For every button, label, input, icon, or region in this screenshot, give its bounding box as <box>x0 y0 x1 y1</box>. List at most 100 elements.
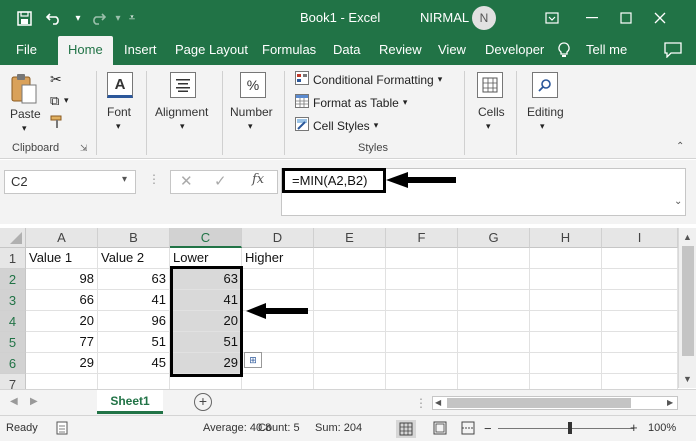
column-header-c[interactable]: C <box>170 228 242 248</box>
cell-a1[interactable]: Value 1 <box>26 248 98 269</box>
scroll-down-icon[interactable]: ▼ <box>683 374 692 384</box>
zoom-slider-thumb[interactable] <box>568 422 572 434</box>
column-header-i[interactable]: I <box>602 228 678 248</box>
formula-value[interactable]: =MIN(A2,B2) <box>282 168 386 193</box>
cell-g5[interactable] <box>458 332 530 353</box>
cell-b2[interactable]: 63 <box>98 269 170 290</box>
cell-i3[interactable] <box>602 290 678 311</box>
cell-f5[interactable] <box>386 332 458 353</box>
cell-e3[interactable] <box>314 290 386 311</box>
zoom-in-icon[interactable]: + <box>630 420 638 435</box>
cell-a3[interactable]: 66 <box>26 290 98 311</box>
cell-f4[interactable] <box>386 311 458 332</box>
cell-g6[interactable] <box>458 353 530 374</box>
paste-icon[interactable] <box>10 73 38 108</box>
customize-quick-access-icon[interactable]: ⩡ <box>122 8 142 28</box>
tab-file[interactable]: File <box>8 36 45 65</box>
cell-h1[interactable] <box>530 248 602 269</box>
paste-label[interactable]: Paste <box>10 107 41 121</box>
cells-group-button[interactable]: Cells <box>478 105 505 119</box>
cell-e1[interactable] <box>314 248 386 269</box>
cell-e4[interactable] <box>314 311 386 332</box>
cell-f3[interactable] <box>386 290 458 311</box>
insert-function-icon[interactable]: fx <box>252 172 264 187</box>
page-layout-view-icon[interactable] <box>432 420 448 439</box>
tab-data[interactable]: Data <box>325 36 368 65</box>
copy-dropdown-icon[interactable]: ▾ <box>64 95 69 106</box>
cells-icon[interactable] <box>477 72 503 98</box>
tab-formulas[interactable]: Formulas <box>254 36 324 65</box>
cancel-icon[interactable]: ✕ <box>180 172 193 190</box>
comments-icon[interactable] <box>664 42 682 61</box>
undo-icon[interactable] <box>44 8 64 28</box>
cell-b4[interactable]: 96 <box>98 311 170 332</box>
sheet-tab-sheet1[interactable]: Sheet1 <box>97 390 163 414</box>
tab-review[interactable]: Review <box>371 36 430 65</box>
column-header-f[interactable]: F <box>386 228 458 248</box>
column-header-d[interactable]: D <box>242 228 314 248</box>
column-header-h[interactable]: H <box>530 228 602 248</box>
cell-c1[interactable]: Lower <box>170 248 242 269</box>
row-header-5[interactable]: 5 <box>0 332 26 353</box>
scroll-up-icon[interactable]: ▲ <box>683 232 692 242</box>
tab-developer[interactable]: Developer <box>477 36 552 65</box>
lightbulb-icon[interactable] <box>558 42 570 61</box>
cell-e6[interactable] <box>314 353 386 374</box>
copy-icon[interactable]: ⧉ <box>50 93 59 109</box>
cell-c4[interactable]: 20 <box>170 311 242 332</box>
ribbon-display-icon[interactable] <box>540 6 564 30</box>
tab-home[interactable]: Home <box>58 36 113 65</box>
cell-f1[interactable] <box>386 248 458 269</box>
enter-icon[interactable]: ✓ <box>214 172 227 190</box>
cell-e5[interactable] <box>314 332 386 353</box>
editing-dropdown-icon[interactable]: ▾ <box>540 121 545 132</box>
collapse-ribbon-icon[interactable]: ⌃ <box>676 141 684 152</box>
horizontal-scroll-thumb[interactable] <box>447 398 631 408</box>
number-group-button[interactable]: Number <box>230 105 273 119</box>
tab-page-layout[interactable]: Page Layout <box>167 36 256 65</box>
cell-f2[interactable] <box>386 269 458 290</box>
name-box-dropdown-icon[interactable]: ▾ <box>122 174 127 185</box>
cell-a5[interactable]: 77 <box>26 332 98 353</box>
scroll-sheets-right-icon[interactable]: ▶ <box>30 396 38 407</box>
cell-d5[interactable] <box>242 332 314 353</box>
number-icon[interactable]: % <box>240 72 266 98</box>
alignment-dropdown-icon[interactable]: ▾ <box>180 121 185 132</box>
cell-g3[interactable] <box>458 290 530 311</box>
cell-c2[interactable]: 63 <box>170 269 242 290</box>
cell-i5[interactable] <box>602 332 678 353</box>
maximize-icon[interactable] <box>614 6 638 30</box>
row-header-3[interactable]: 3 <box>0 290 26 311</box>
row-header-4[interactable]: 4 <box>0 311 26 332</box>
cell-b3[interactable]: 41 <box>98 290 170 311</box>
column-header-b[interactable]: B <box>98 228 170 248</box>
undo-dropdown-icon[interactable]: ▾ <box>68 8 88 28</box>
accessibility-icon[interactable] <box>56 421 68 438</box>
editing-icon[interactable] <box>532 72 558 98</box>
cell-g4[interactable] <box>458 311 530 332</box>
cell-b5[interactable]: 51 <box>98 332 170 353</box>
zoom-out-icon[interactable]: − <box>484 421 492 436</box>
cell-c5[interactable]: 51 <box>170 332 242 353</box>
cell-i6[interactable] <box>602 353 678 374</box>
cell-h4[interactable] <box>530 311 602 332</box>
tab-view[interactable]: View <box>430 36 474 65</box>
row-header-2[interactable]: 2 <box>0 269 26 290</box>
cell-g1[interactable] <box>458 248 530 269</box>
number-dropdown-icon[interactable]: ▾ <box>248 121 253 132</box>
format-painter-icon[interactable] <box>50 115 64 132</box>
editing-group-button[interactable]: Editing <box>527 105 564 119</box>
status-count[interactable]: Count: 5 <box>258 422 300 434</box>
clipboard-launcher-icon[interactable]: ⇲ <box>80 143 88 154</box>
cell-i4[interactable] <box>602 311 678 332</box>
cell-g2[interactable] <box>458 269 530 290</box>
cell-a4[interactable]: 20 <box>26 311 98 332</box>
cells-dropdown-icon[interactable]: ▾ <box>486 121 491 132</box>
close-icon[interactable] <box>648 6 672 30</box>
scroll-thumb[interactable] <box>682 246 694 356</box>
redo-icon[interactable] <box>88 8 108 28</box>
row-header-6[interactable]: 6 <box>0 353 26 374</box>
scroll-left-icon[interactable]: ◀ <box>435 398 441 407</box>
column-header-a[interactable]: A <box>26 228 98 248</box>
status-sum[interactable]: Sum: 204 <box>315 422 362 434</box>
